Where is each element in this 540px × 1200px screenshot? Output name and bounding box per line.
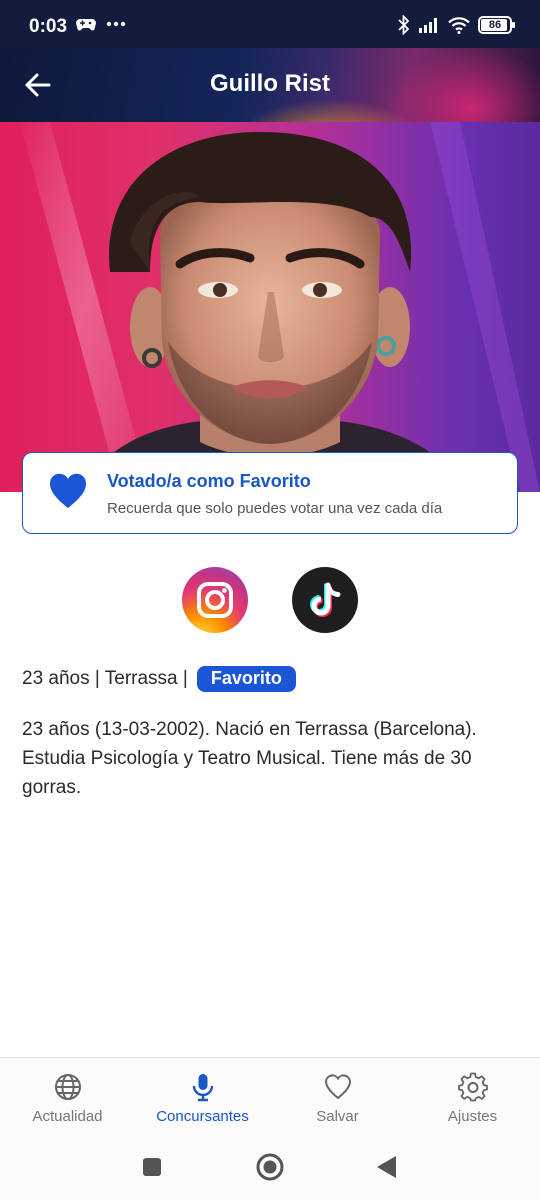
wifi-icon [448,16,470,34]
home-button[interactable] [256,1153,284,1186]
nav-label: Concursantes [156,1108,249,1125]
vote-heart [49,473,87,514]
bottom-nav: Actualidad Concursantes Salvar Ajustes [0,1057,540,1139]
globe-icon [54,1074,81,1100]
nav-item-actualidad[interactable]: Actualidad [0,1072,135,1125]
tiktok-button[interactable] [292,567,358,633]
vote-title: Votado/a como Favorito [107,471,311,491]
nav-item-ajustes[interactable]: Ajustes [405,1072,540,1125]
status-time: 0:03 [29,16,68,37]
status-bar: 0:03 86 [0,0,540,48]
home-circle-icon [256,1153,284,1181]
bluetooth-icon [398,15,410,35]
signal-icon [419,18,437,33]
square-icon [143,1158,161,1176]
portrait-illustration [20,122,540,492]
status-left-icons [76,16,126,32]
profile-meta-text: 23 años | Terrassa | [22,668,188,689]
triangle-back-icon [377,1156,396,1178]
status-right-icons: 86 [398,15,515,35]
recent-apps-button[interactable] [142,1157,162,1182]
nav-item-salvar[interactable]: Salvar [270,1072,405,1125]
nav-label: Salvar [316,1108,359,1125]
page-title: Guillo Rist [210,70,330,97]
game-controller-icon [76,19,96,31]
heart-filled-icon [49,473,87,508]
gear-icon [457,1072,488,1102]
vote-status-card: Votado/a como Favorito Recuerda que solo… [22,452,518,534]
instagram-icon [197,582,233,618]
profile-meta: 23 años | Terrassa | Favorito [22,666,296,692]
instagram-button[interactable] [182,567,248,633]
app-header: Guillo Rist [0,48,540,122]
back-nav-button[interactable] [376,1155,398,1184]
status-badge: Favorito [196,666,296,692]
vote-subtitle: Recuerda que solo puedes votar una vez c… [107,500,443,517]
battery-indicator: 86 [478,16,515,34]
nav-item-concursantes[interactable]: Concursantes [135,1072,270,1125]
battery-level: 86 [488,19,502,31]
nav-label: Actualidad [32,1108,103,1125]
heart-icon [324,1074,351,1100]
microphone-icon [192,1074,213,1102]
tiktok-icon [310,582,341,617]
profile-bio: 23 años (13-03-2002). Nació en Terrassa … [22,719,477,798]
contestant-photo [0,122,540,492]
more-dots-icon [106,21,126,27]
nav-label: Ajustes [447,1108,498,1125]
system-nav-bar [0,1139,540,1200]
